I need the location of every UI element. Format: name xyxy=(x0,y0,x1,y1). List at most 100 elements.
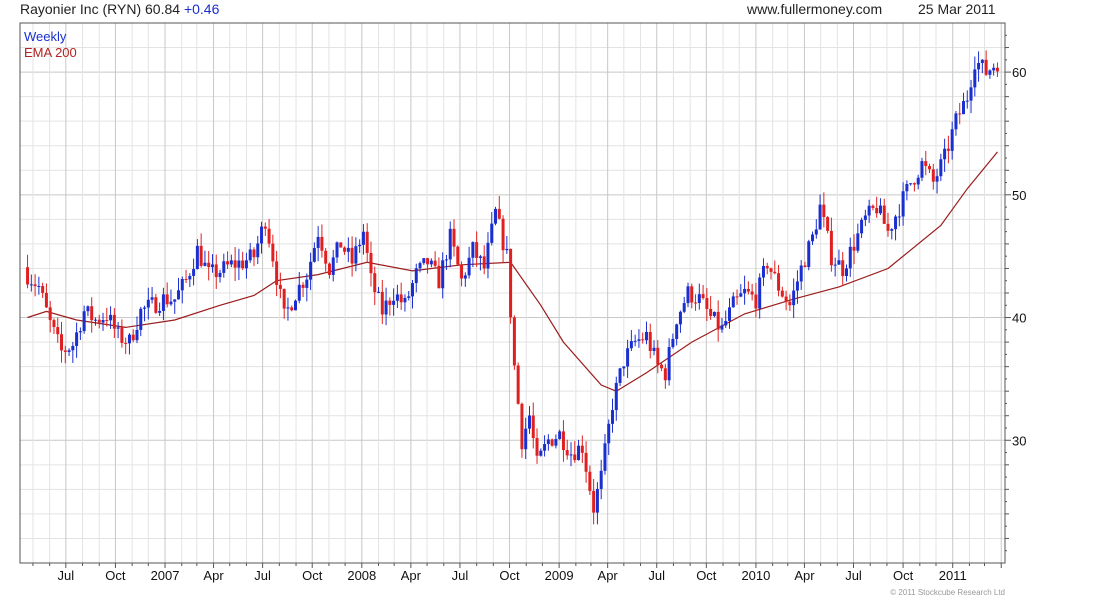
candle-body xyxy=(663,368,667,381)
candle-up xyxy=(577,439,581,461)
candle-body xyxy=(694,302,698,304)
candle-up xyxy=(969,79,973,114)
candle-up xyxy=(395,284,399,309)
candle-body xyxy=(954,113,958,130)
candle-body xyxy=(735,296,739,298)
candle-up xyxy=(316,226,320,262)
candle-down xyxy=(871,204,875,211)
candle-down xyxy=(60,321,64,363)
candle-body xyxy=(233,260,237,268)
candle-up xyxy=(897,204,901,227)
candle-body xyxy=(75,332,79,346)
candle-body xyxy=(418,263,422,269)
y-tick-label: 40 xyxy=(1012,311,1026,326)
candle-down xyxy=(788,294,792,312)
candle-body xyxy=(682,303,686,312)
candle-up xyxy=(844,264,848,282)
candle-body xyxy=(829,230,833,266)
candle-body xyxy=(690,286,694,303)
candle-body xyxy=(871,205,875,209)
x-tick-label: 2010 xyxy=(741,568,770,583)
candle-down xyxy=(241,251,245,271)
candle-body xyxy=(112,314,116,329)
candle-body xyxy=(637,339,641,341)
candle-body xyxy=(56,327,60,335)
candle-body xyxy=(354,246,358,264)
candle-body xyxy=(26,267,30,285)
candle-up xyxy=(127,333,131,355)
candle-body xyxy=(611,410,615,424)
candle-body xyxy=(467,257,471,276)
candle-body xyxy=(301,284,305,288)
candle-up xyxy=(312,242,316,263)
candle-body xyxy=(41,286,45,293)
candle-down xyxy=(456,245,460,266)
candle-body xyxy=(916,177,920,185)
candle-up xyxy=(543,435,547,457)
candle-up xyxy=(490,212,494,246)
candle-body xyxy=(716,311,720,330)
candle-body xyxy=(750,291,754,295)
candle-down xyxy=(663,363,667,389)
candle-up xyxy=(67,348,71,356)
candle-up xyxy=(837,249,841,265)
candle-body xyxy=(339,242,343,248)
candle-up xyxy=(890,228,894,240)
candle-body xyxy=(897,216,901,218)
candle-up xyxy=(346,237,350,263)
candle-down xyxy=(928,163,932,174)
candle-up xyxy=(248,242,252,263)
candle-down xyxy=(535,428,539,464)
candle-down xyxy=(290,305,294,312)
candle-body xyxy=(799,265,803,282)
candle-body xyxy=(811,234,815,242)
candle-body xyxy=(746,288,750,292)
candle-body xyxy=(603,443,607,471)
candle-down xyxy=(339,242,343,248)
candle-up xyxy=(222,253,226,278)
candle-body xyxy=(218,272,222,278)
candle-down xyxy=(694,294,698,311)
candle-body xyxy=(331,257,335,275)
candle-body xyxy=(207,262,211,268)
candle-up xyxy=(614,376,618,421)
candle-body xyxy=(335,242,339,258)
candle-up xyxy=(139,306,143,337)
candle-up xyxy=(546,434,550,451)
candle-body xyxy=(535,438,539,456)
candle-body xyxy=(878,205,882,214)
candle-body xyxy=(71,345,75,351)
candle-body xyxy=(395,294,399,301)
candle-body xyxy=(380,291,384,315)
candle-up xyxy=(878,198,882,216)
candle-body xyxy=(105,320,109,322)
candle-body xyxy=(290,307,294,311)
candle-body xyxy=(377,291,381,293)
candle-body xyxy=(60,334,64,351)
candle-body xyxy=(569,454,573,456)
candle-body xyxy=(475,242,479,259)
candle-up xyxy=(75,322,79,358)
x-tick-label: Jul xyxy=(58,568,75,583)
candle-body xyxy=(901,191,905,217)
candle-body xyxy=(935,176,939,182)
candle-body xyxy=(950,129,954,151)
ema-line-layer xyxy=(27,151,998,392)
x-tick-label: Oct xyxy=(499,568,520,583)
candle-body xyxy=(633,340,637,342)
candle-up xyxy=(712,311,716,318)
y-tick-label: 60 xyxy=(1012,65,1026,80)
candle-down xyxy=(452,219,456,257)
candle-body xyxy=(471,242,475,258)
candle-down xyxy=(426,257,430,274)
candle-body xyxy=(886,223,890,231)
candle-down xyxy=(716,300,720,342)
candle-body xyxy=(961,101,965,115)
candle-up xyxy=(894,214,898,241)
candle-down xyxy=(460,261,464,287)
candle-body xyxy=(275,261,279,285)
grid xyxy=(20,23,1005,563)
candle-up xyxy=(293,299,297,311)
candle-up xyxy=(626,339,630,379)
candle-up xyxy=(180,276,184,304)
